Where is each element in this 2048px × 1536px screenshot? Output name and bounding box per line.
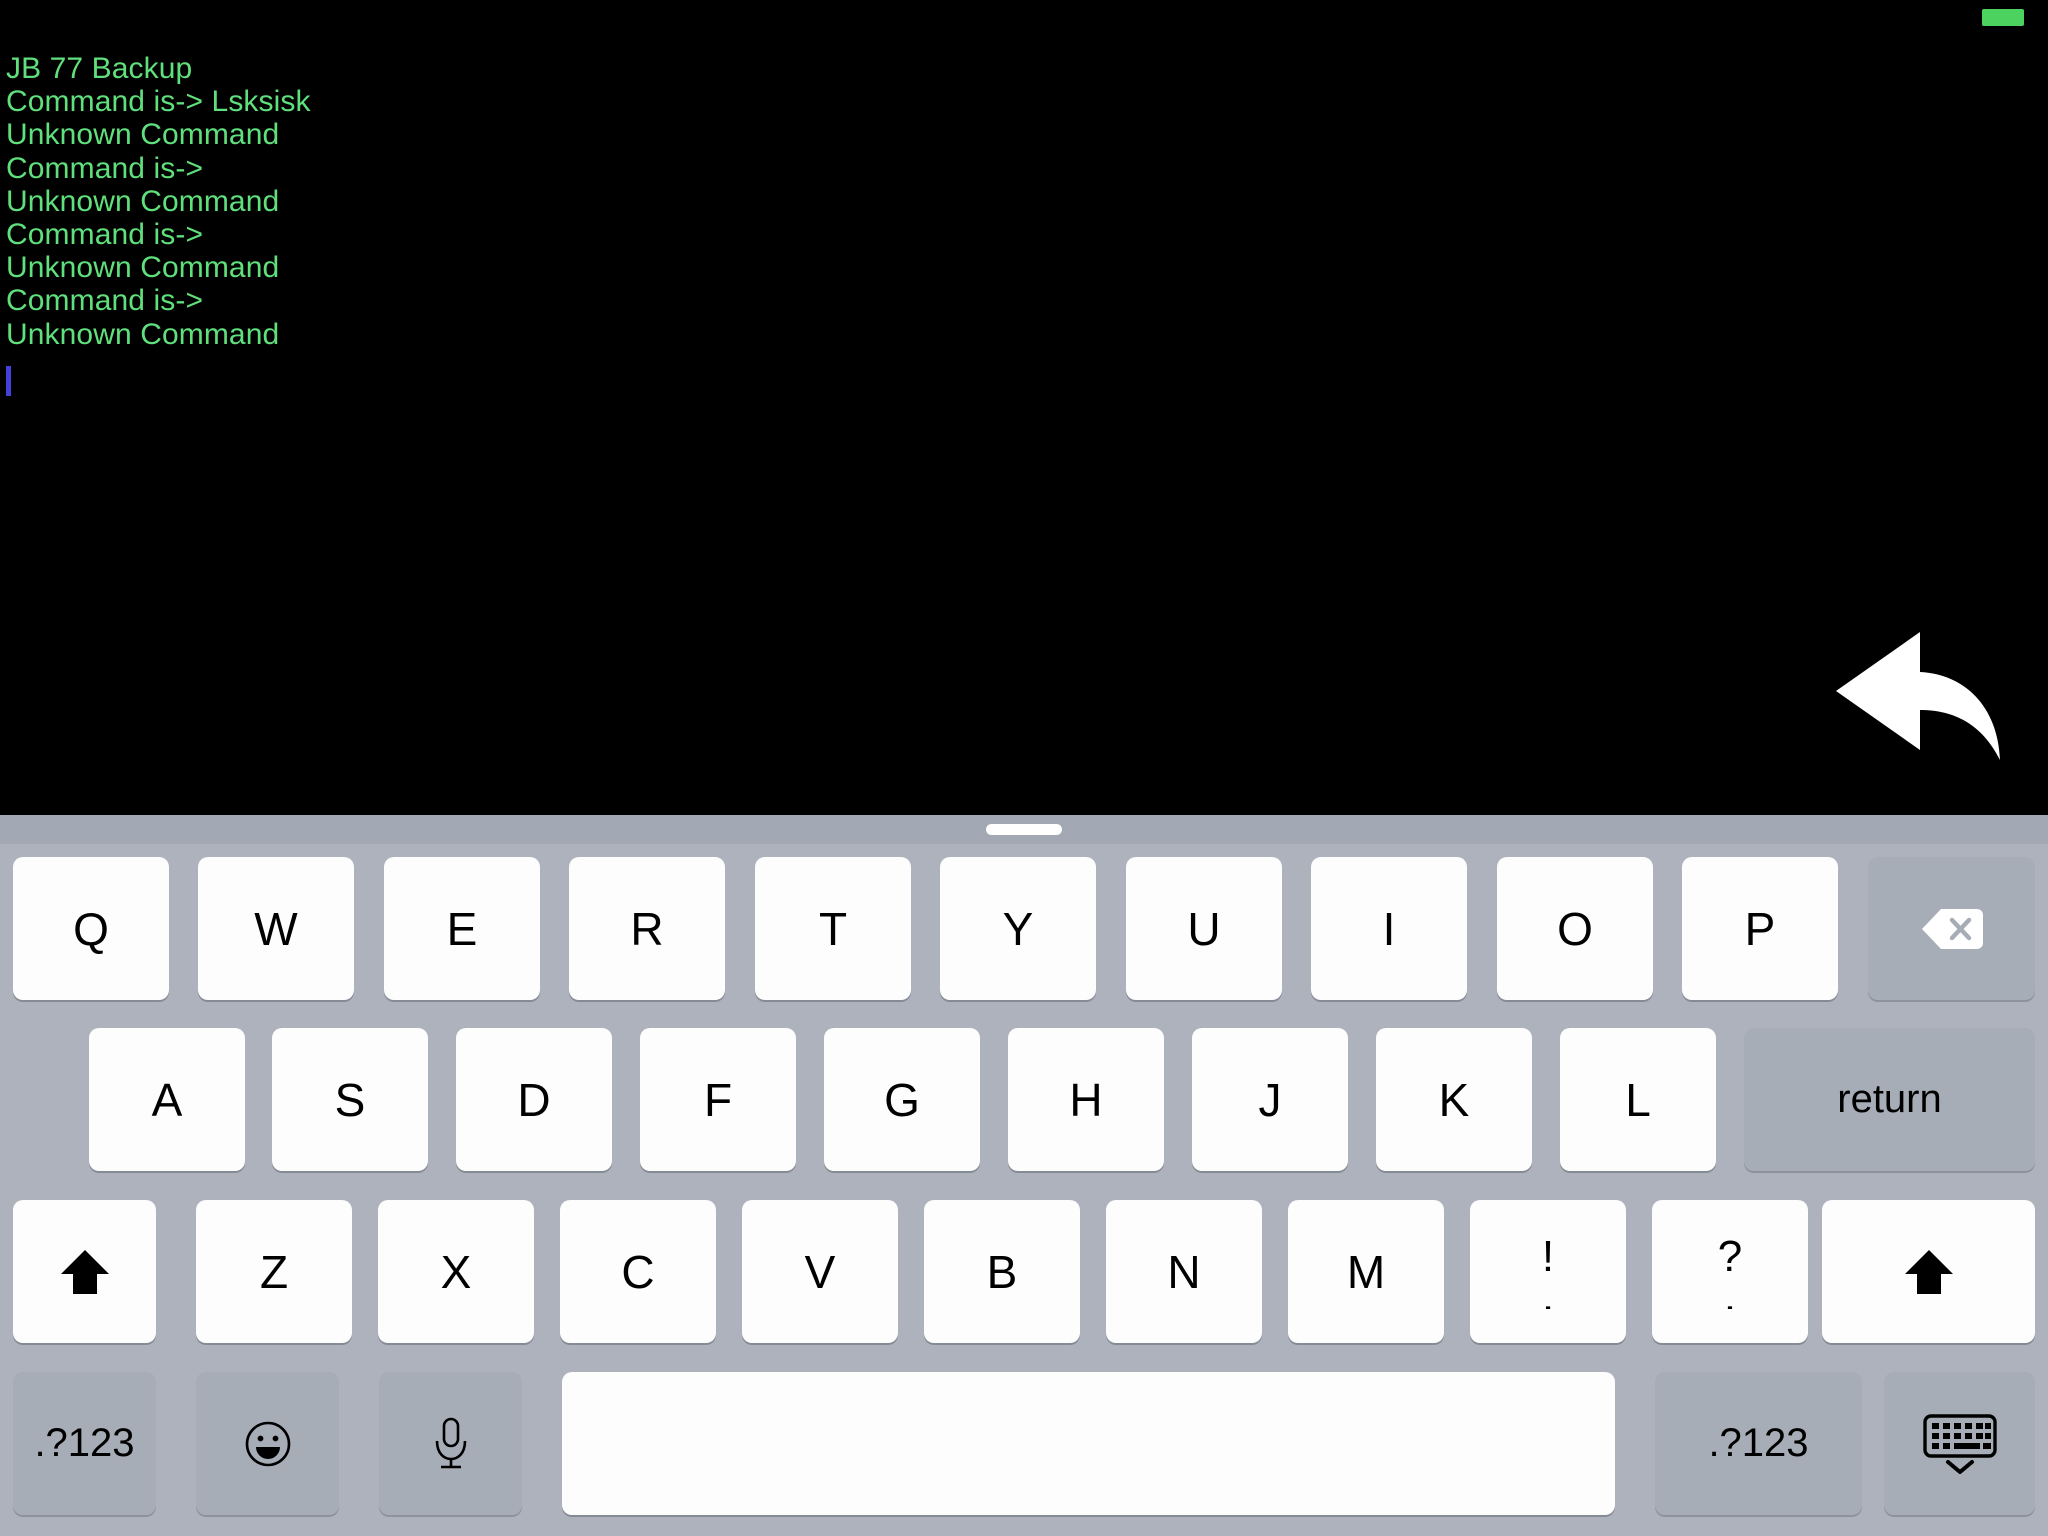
key-q[interactable]: Q	[13, 857, 169, 1000]
key-dictation[interactable]	[379, 1372, 522, 1515]
keyboard-row-3: Z X C V B N M ! , ? .	[0, 1200, 2048, 1343]
key-c[interactable]: C	[560, 1200, 716, 1343]
key-numeric-right[interactable]: .?123	[1655, 1372, 1862, 1515]
key-h[interactable]: H	[1008, 1028, 1164, 1171]
key-u[interactable]: U	[1126, 857, 1282, 1000]
key-emoji[interactable]	[196, 1372, 339, 1515]
text-cursor	[6, 366, 11, 396]
key-comma-label: ,	[1541, 1282, 1555, 1309]
keyboard-top-bar	[0, 815, 2048, 844]
key-question-period[interactable]: ? .	[1652, 1200, 1808, 1343]
key-x[interactable]: X	[378, 1200, 534, 1343]
console-line: Command is->	[6, 151, 204, 185]
key-return[interactable]: return	[1744, 1028, 2035, 1171]
key-w[interactable]: W	[198, 857, 354, 1000]
terminal-console-area[interactable]: JB 77 Backup Command is-> Lsksisk Unknow…	[0, 0, 2048, 815]
key-t[interactable]: T	[755, 857, 911, 1000]
key-exclaim-label: !	[1541, 1231, 1555, 1281]
console-line: Unknown Command	[6, 251, 280, 285]
shift-arrow-up-icon	[59, 1248, 111, 1296]
console-line: Command is-> Lsksisk	[6, 85, 311, 119]
battery-full-icon	[1982, 9, 2024, 26]
key-backspace[interactable]	[1868, 857, 2035, 1000]
status-bar	[0, 0, 2048, 36]
hide-keyboard-icon	[1922, 1413, 1998, 1475]
console-line: Command is->	[6, 218, 204, 252]
keyboard-row-1: Q W E R T Y U I O P	[0, 857, 2048, 1000]
key-exclaim-comma[interactable]: ! ,	[1470, 1200, 1626, 1343]
key-a[interactable]: A	[89, 1028, 245, 1171]
key-i[interactable]: I	[1311, 857, 1467, 1000]
microphone-icon	[431, 1416, 471, 1472]
key-g[interactable]: G	[824, 1028, 980, 1171]
key-v[interactable]: V	[742, 1200, 898, 1343]
console-output-text: JB 77 Backup Command is-> Lsksisk Unknow…	[6, 52, 1406, 351]
console-line: Unknown Command	[6, 317, 280, 351]
console-line: JB 77 Backup	[6, 52, 193, 85]
key-o[interactable]: O	[1497, 857, 1653, 1000]
key-space[interactable]	[562, 1372, 1615, 1515]
console-line: Unknown Command	[6, 184, 280, 218]
key-l[interactable]: L	[1560, 1028, 1716, 1171]
reply-arrow-icon[interactable]	[1832, 628, 2002, 763]
shift-arrow-up-icon	[1903, 1248, 1955, 1296]
key-p[interactable]: P	[1682, 857, 1838, 1000]
key-question-label: ?	[1717, 1231, 1743, 1281]
onscreen-keyboard: Q W E R T Y U I O P A S D F G H J K L re…	[0, 815, 2048, 1536]
key-n[interactable]: N	[1106, 1200, 1262, 1343]
console-line: Unknown Command	[6, 118, 280, 152]
smiley-face-icon	[244, 1420, 292, 1468]
keyboard-drag-handle[interactable]	[986, 824, 1062, 835]
backspace-delete-icon	[1921, 907, 1983, 951]
keyboard-row-4: .?123 .?123	[0, 1372, 2048, 1515]
key-k[interactable]: K	[1376, 1028, 1532, 1171]
key-e[interactable]: E	[384, 857, 540, 1000]
key-m[interactable]: M	[1288, 1200, 1444, 1343]
key-s[interactable]: S	[272, 1028, 428, 1171]
key-period-label: .	[1723, 1282, 1737, 1309]
key-z[interactable]: Z	[196, 1200, 352, 1343]
key-r[interactable]: R	[569, 857, 725, 1000]
key-shift-left[interactable]	[13, 1200, 156, 1343]
key-b[interactable]: B	[924, 1200, 1080, 1343]
key-y[interactable]: Y	[940, 857, 1096, 1000]
key-d[interactable]: D	[456, 1028, 612, 1171]
key-numeric-left[interactable]: .?123	[13, 1372, 156, 1515]
console-line: Command is->	[6, 284, 204, 318]
key-f[interactable]: F	[640, 1028, 796, 1171]
keyboard-row-2: A S D F G H J K L return	[0, 1028, 2048, 1171]
key-hide-keyboard[interactable]	[1884, 1372, 2035, 1515]
key-shift-right[interactable]	[1822, 1200, 2035, 1343]
key-j[interactable]: J	[1192, 1028, 1348, 1171]
